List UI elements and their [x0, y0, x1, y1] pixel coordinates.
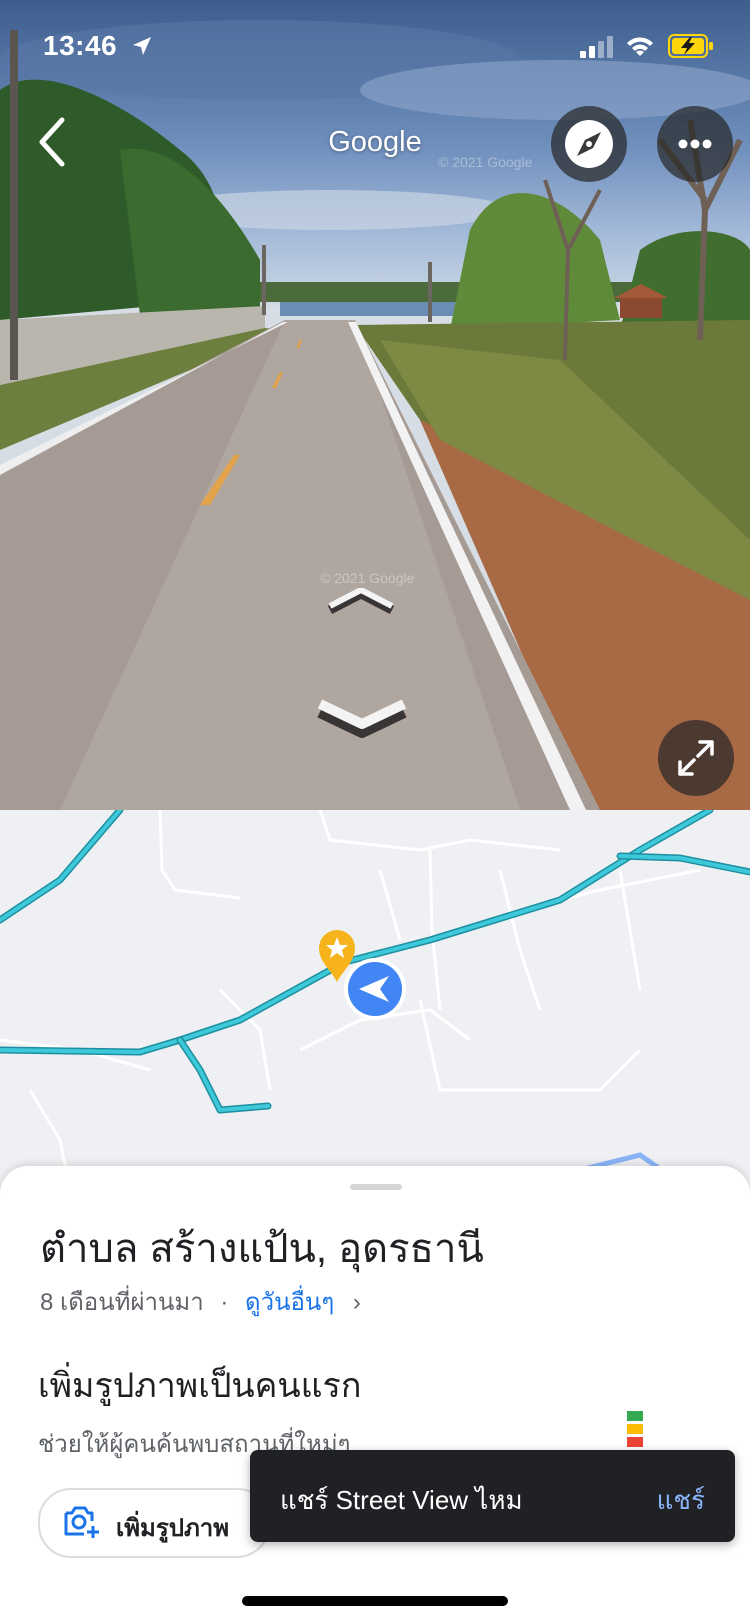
wifi-icon — [627, 37, 653, 56]
current-heading-arrow-icon[interactable] — [342, 956, 408, 1022]
add-photo-button[interactable]: เพิ่มรูปภาพ — [38, 1488, 270, 1558]
snackbar-share-button[interactable]: แชร์ — [657, 1480, 705, 1521]
copyright-watermark: © 2021 Google — [438, 154, 533, 170]
compass-icon — [565, 120, 613, 168]
place-bottom-sheet[interactable]: ตำบล สร้างแป้น, อุดรธานี 8 เดือนที่ผ่านม… — [0, 1166, 750, 1623]
add-photo-button-label: เพิ่มรูปภาพ — [116, 1515, 230, 1542]
capture-date-row: 8 เดือนที่ผ่านมา · ดูวันอื่นๆ › — [40, 1282, 361, 1321]
more-options-icon — [678, 139, 712, 149]
home-indicator[interactable] — [242, 1596, 508, 1606]
chevron-right-icon[interactable]: › — [353, 1289, 361, 1316]
move-backward-chevron-icon[interactable] — [314, 694, 410, 742]
more-options-button[interactable] — [657, 106, 733, 182]
sheet-drag-handle[interactable] — [350, 1184, 402, 1190]
cellular-signal-icon — [580, 36, 613, 58]
separator-dot: · — [220, 1289, 229, 1316]
share-snackbar: แชร์ Street View ไหม แชร์ — [250, 1450, 735, 1542]
location-arrow-icon — [133, 37, 151, 55]
back-chevron-icon[interactable] — [30, 112, 74, 172]
expand-icon — [678, 740, 714, 776]
status-time: 13:46 — [43, 30, 118, 61]
place-title: ตำบล สร้างแป้น, อุดรธานี — [40, 1227, 484, 1271]
see-other-dates-link[interactable]: ดูวันอื่นๆ — [245, 1289, 334, 1316]
status-bar: 13:46 — [0, 0, 750, 96]
snackbar-message: แชร์ Street View ไหม — [280, 1485, 523, 1515]
compass-button[interactable] — [551, 106, 627, 182]
battery-charging-icon — [668, 34, 713, 58]
expand-button[interactable] — [658, 720, 734, 796]
move-forward-chevron-icon[interactable] — [326, 588, 396, 618]
add-photo-camera-icon — [64, 1506, 99, 1538]
copyright-watermark-road: © 2021 Google — [320, 570, 415, 586]
street-scene-image — [0, 20, 750, 810]
street-view-panorama[interactable]: 13:46 Google © 2021 Google © 2021 Google — [0, 0, 750, 810]
add-photo-heading: เพิ่มรูปภาพเป็นคนแรก — [38, 1367, 362, 1405]
capture-date: 8 เดือนที่ผ่านมา — [40, 1289, 204, 1316]
